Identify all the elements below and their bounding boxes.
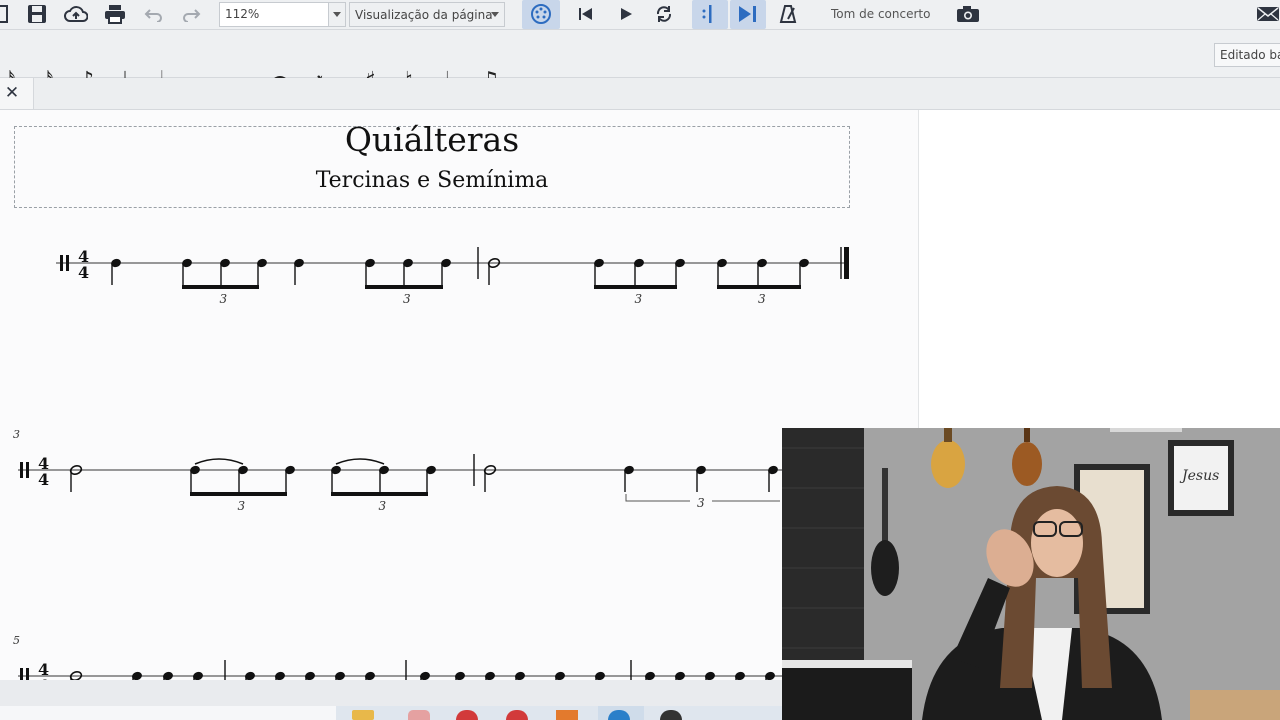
- beam[interactable]: [594, 285, 677, 289]
- status-bar: [0, 680, 782, 706]
- os-taskbar: [0, 706, 782, 720]
- app-icon[interactable]: [408, 710, 430, 720]
- beam[interactable]: [182, 285, 259, 289]
- play-to-end-icon: [737, 4, 759, 24]
- time-signature-bottom[interactable]: 4: [78, 263, 89, 282]
- app-icon[interactable]: [556, 710, 578, 720]
- tuplet-number[interactable]: 3: [379, 499, 387, 513]
- view-mode-select[interactable]: Visualização da página: [349, 2, 505, 27]
- percussion-clef[interactable]: [26, 462, 29, 478]
- print-icon[interactable]: [103, 3, 127, 25]
- tuplet-number[interactable]: 3: [635, 292, 643, 306]
- beam[interactable]: [365, 285, 443, 289]
- loop-in-icon: [699, 4, 721, 24]
- close-icon[interactable]: ✕: [5, 84, 19, 101]
- final-barline[interactable]: [844, 247, 849, 279]
- percussion-clef[interactable]: [26, 668, 29, 680]
- tuplet-number[interactable]: 3: [758, 292, 766, 306]
- play-icon[interactable]: [616, 5, 636, 23]
- view-mode-label: Visualização da página: [355, 8, 493, 22]
- chevron-down-icon: [333, 12, 341, 17]
- percussion-clef[interactable]: [20, 668, 23, 680]
- redo-icon[interactable]: [181, 5, 203, 23]
- folder-icon[interactable]: [352, 710, 374, 720]
- zoom-input[interactable]: 112%: [219, 2, 329, 27]
- zoom-dropdown[interactable]: [328, 2, 346, 27]
- webcam-overlay: Jesus: [782, 428, 1280, 720]
- percussion-clef[interactable]: [20, 462, 23, 478]
- score-tab-bar: ✕: [0, 78, 1280, 110]
- cloud-upload-icon[interactable]: [63, 3, 89, 25]
- undo-icon[interactable]: [142, 5, 164, 23]
- mail-icon[interactable]: [1255, 4, 1280, 24]
- chevron-down-icon: [491, 12, 499, 17]
- tuplet-number[interactable]: 3: [403, 292, 411, 306]
- time-signature-bottom[interactable]: 4: [38, 470, 49, 489]
- midi-connector-icon: [530, 3, 552, 25]
- score-tab[interactable]: ✕: [0, 78, 34, 109]
- concert-pitch-toggle[interactable]: Tom de concerto: [831, 7, 930, 21]
- app-icon[interactable]: [456, 710, 478, 720]
- metronome-icon[interactable]: [777, 3, 799, 25]
- score-systems: 4433334433344: [18, 247, 849, 680]
- beam[interactable]: [331, 492, 428, 496]
- app-icon[interactable]: [660, 710, 682, 720]
- presenter-video: Jesus: [782, 428, 1280, 720]
- beam[interactable]: [717, 285, 801, 289]
- beam[interactable]: [190, 492, 287, 496]
- note-input-toolbar: 𝅘𝅥𝅯 𝅘𝅥𝅯 ♪ ♩ 𝅗𝅥 𝅝 . 𝄾 ♯ ♮ ♭ ♫ 1 2 3 4: [0, 30, 1280, 95]
- loop-icon[interactable]: [652, 3, 676, 25]
- new-file-icon[interactable]: [0, 5, 8, 23]
- app-icon[interactable]: [506, 710, 528, 720]
- camera-icon[interactable]: [955, 4, 981, 24]
- taskbar-search[interactable]: [0, 706, 336, 720]
- percussion-clef[interactable]: [66, 255, 69, 271]
- main-toolbar: 112% Visualização da página Tom de conce…: [0, 0, 1280, 30]
- tuplet-number[interactable]: 3: [238, 499, 246, 513]
- save-icon[interactable]: [26, 3, 48, 25]
- tie[interactable]: [194, 458, 244, 465]
- percussion-clef[interactable]: [60, 255, 63, 271]
- tuplet-number[interactable]: 3: [697, 496, 705, 510]
- tuplet-number[interactable]: 3: [220, 292, 228, 306]
- rewind-icon[interactable]: [576, 5, 596, 23]
- tie[interactable]: [335, 458, 385, 465]
- svg-text:Jesus: Jesus: [1179, 468, 1219, 484]
- workspace-select[interactable]: Editado básico: [1214, 43, 1280, 67]
- empty-panel: [918, 110, 1280, 428]
